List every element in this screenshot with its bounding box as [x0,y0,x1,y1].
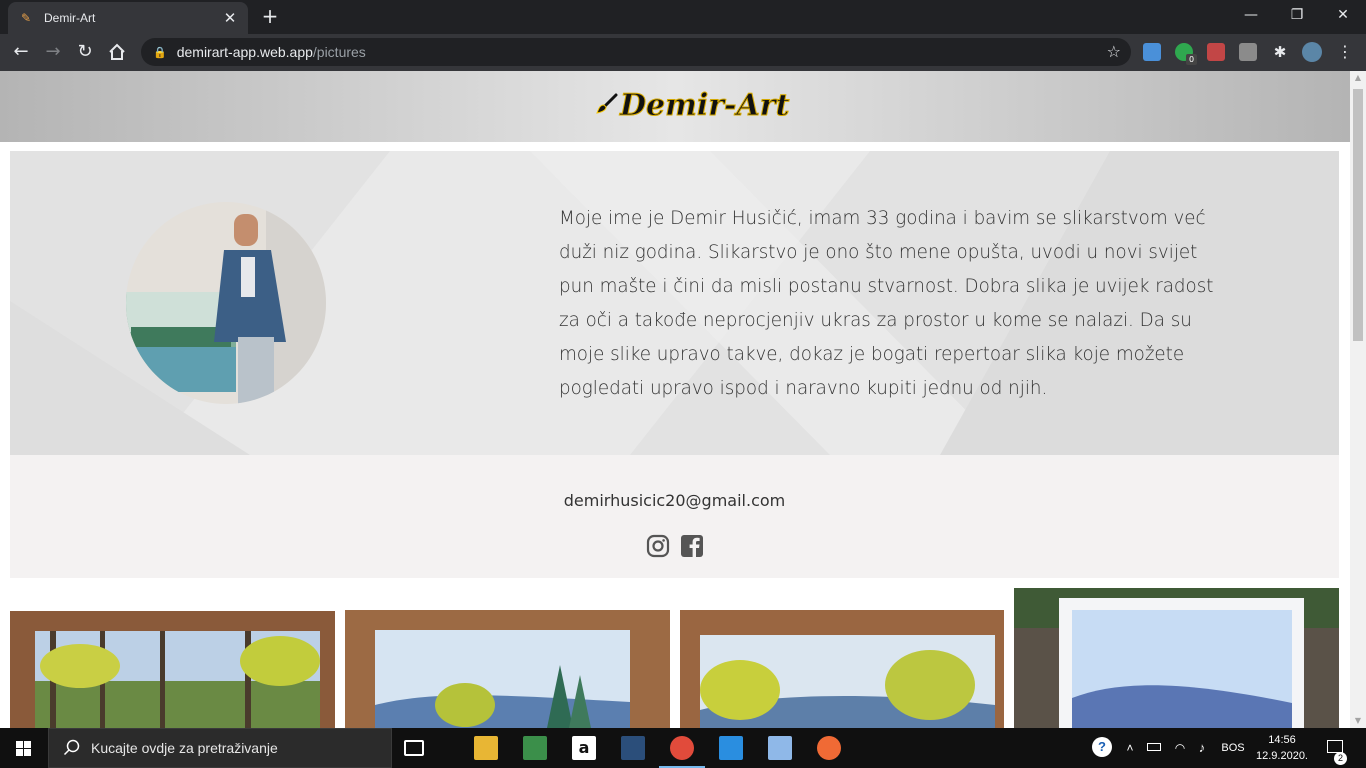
painting-image [1014,588,1339,728]
cast-extension-icon[interactable] [1207,43,1225,61]
page-viewport: Demir-Art Moje ime je Demir Husičić, ima… [0,71,1350,728]
social-links [646,534,704,558]
puzzle-extensions-icon[interactable]: ✱ [1271,43,1289,61]
download-extension-icon[interactable] [1143,43,1161,61]
lock-icon: 🔒 [153,45,167,59]
battery-icon[interactable] [1143,728,1165,768]
facebook-icon[interactable] [680,534,704,558]
artist-bio: Moje ime je Demir Husičić, imam 33 godin… [559,208,1214,399]
artist-photo [126,202,326,404]
paintbrush-icon [596,93,618,114]
windows-taskbar: Kucajte ovdje za pretraživanje a ? ˄ ◠ ♪… [0,728,1366,768]
address-bar[interactable]: 🔒 demirart-app.web.app/pictures ☆ [141,38,1131,66]
painting-image [10,611,335,728]
chrome-icon[interactable] [670,736,694,760]
show-hidden-icons-icon[interactable]: ˄ [1120,728,1140,768]
about-section: Moje ime je Demir Husičić, imam 33 godin… [10,151,1339,455]
cube-extension-icon[interactable] [1239,43,1257,61]
scroll-down-icon[interactable]: ▼ [1350,714,1366,728]
extension-badge: 0 [1186,54,1197,65]
forward-button[interactable]: → [41,40,65,64]
taskbar-search-box[interactable]: Kucajte ovdje za pretraživanje [48,728,392,768]
restore-button[interactable]: ❐ [1274,0,1320,30]
minimize-button[interactable]: — [1228,0,1274,30]
site-logo[interactable]: Demir-Art [594,85,790,125]
file-explorer-icon[interactable] [474,736,498,760]
home-button[interactable] [105,40,129,64]
help-tray-icon[interactable]: ? [1088,728,1116,768]
browser-tab-strip: ✎ Demir-Art ✕ + — ❐ ✕ [0,0,1366,34]
close-window-button[interactable]: ✕ [1320,0,1366,30]
reload-button[interactable]: ↻ [73,40,97,64]
logo-text: Demir-Art [619,87,790,123]
site-favicon-icon: ✎ [20,11,32,25]
task-view-icon[interactable] [404,740,424,756]
home-icon [109,43,125,60]
vscode-icon[interactable] [719,736,743,760]
volume-icon[interactable]: ♪ [1191,728,1213,768]
clock-time: 14:56 [1268,734,1296,746]
url-host: demirart-app.web.app [176,44,313,60]
site-header: Demir-Art [0,71,1350,142]
taskbar-clock[interactable]: 14:56 12.9.2020. [1254,732,1310,764]
contact-section: demirhusicic20@gmail.com [10,455,1339,578]
close-tab-icon[interactable]: ✕ [222,9,238,27]
page-scrollbar[interactable]: ▲ ▼ [1350,71,1366,728]
postman-icon[interactable] [817,736,841,760]
painting-image [345,610,670,728]
scroll-up-icon[interactable]: ▲ [1350,71,1366,85]
tab-title: Demir-Art [44,11,96,25]
contact-email[interactable]: demirhusicic20@gmail.com [10,491,1339,510]
url-path: /pictures [312,44,366,60]
sql-tool-icon[interactable] [621,736,645,760]
virtualbox-icon[interactable] [768,736,792,760]
search-placeholder: Kucajte ovdje za pretraživanje [91,740,278,756]
profile-avatar[interactable] [1302,42,1322,62]
browser-tab[interactable]: ✎ Demir-Art ✕ [8,2,248,34]
artist-portrait-image [126,202,326,404]
painting-thumbnail[interactable] [680,610,1004,728]
clock-date: 12.9.2020. [1256,750,1308,762]
microsoft-store-icon[interactable] [523,736,547,760]
painting-thumbnail[interactable] [345,610,670,728]
painting-thumbnail[interactable] [1014,588,1339,728]
start-button[interactable] [0,728,48,768]
notification-count-badge: 2 [1334,752,1347,765]
instagram-icon[interactable] [646,534,670,558]
back-button[interactable]: ← [9,40,33,64]
new-tab-button[interactable]: + [260,6,280,26]
painting-image [680,610,1004,728]
network-icon[interactable]: ◠ [1170,728,1190,768]
painting-thumbnail[interactable] [10,611,335,728]
language-indicator[interactable]: BOS [1216,728,1250,768]
scroll-thumb[interactable] [1353,89,1363,341]
browser-toolbar: ← → ↻ 🔒 demirart-app.web.app/pictures ☆ … [0,34,1366,71]
bookmark-star-icon[interactable]: ☆ [1107,42,1121,61]
windows-logo-icon [16,741,31,756]
search-icon [63,739,80,756]
amazon-icon[interactable]: a [572,736,596,760]
menu-kebab-icon[interactable]: ⋮ [1336,43,1354,61]
